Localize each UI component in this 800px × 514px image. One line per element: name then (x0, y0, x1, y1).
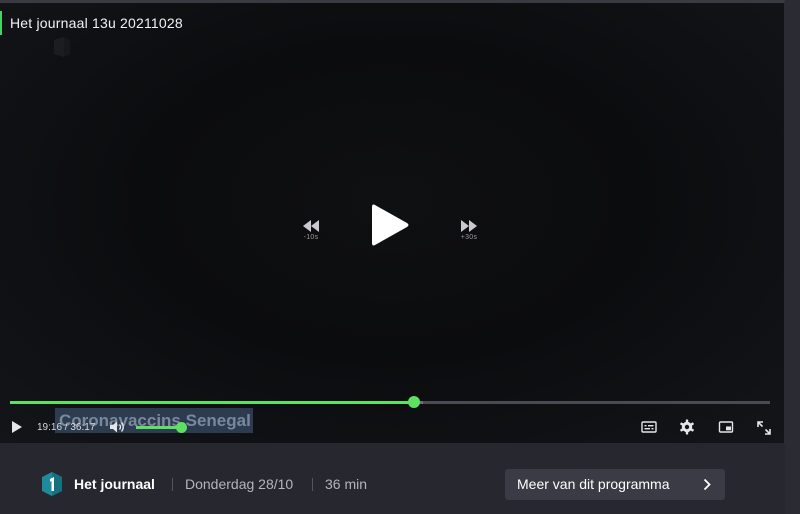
fullscreen-icon[interactable] (756, 420, 772, 436)
divider (312, 478, 313, 491)
play-icon[interactable] (366, 201, 414, 249)
more-button-label: Meer van dit programma (517, 476, 670, 492)
een-logo-icon (42, 472, 62, 496)
video-player[interactable]: Het journaal 13u 20211028 Coronavaccins … (0, 0, 785, 443)
rewind-icon (303, 220, 319, 232)
center-controls: -10s +30s (0, 3, 785, 446)
picture-in-picture-icon[interactable] (718, 420, 734, 434)
time-display: 19:16 / 36:17 (37, 422, 96, 433)
volume-icon[interactable] (109, 420, 125, 434)
progress-fill (10, 401, 414, 404)
volume-handle[interactable] (176, 422, 187, 433)
video-page: Het journaal 13u 20211028 Coronavaccins … (0, 0, 800, 514)
forward-label: +30s (460, 234, 478, 241)
gear-icon[interactable] (679, 419, 695, 435)
forward-icon (461, 220, 477, 232)
more-from-program-button[interactable]: Meer van dit programma (505, 469, 725, 500)
divider (172, 478, 173, 491)
program-info-bar: Het journaal Donderdag 28/10 36 min Meer… (0, 443, 785, 514)
chevron-right-icon (703, 478, 711, 491)
program-duration: 36 min (325, 476, 368, 492)
progress-bar[interactable] (10, 396, 770, 408)
rewind-10-button[interactable]: -10s (291, 214, 331, 254)
rewind-label: -10s (303, 234, 319, 241)
forward-30-button[interactable]: +30s (449, 214, 489, 254)
volume-fill (136, 426, 181, 429)
volume-slider[interactable] (136, 422, 187, 433)
subtitles-icon[interactable] (641, 420, 657, 434)
play-icon[interactable] (10, 420, 24, 434)
broadcast-date: Donderdag 28/10 (185, 476, 294, 492)
page-scrollbar[interactable] (785, 0, 800, 514)
program-name[interactable]: Het journaal (74, 476, 155, 492)
progress-handle[interactable] (407, 396, 420, 408)
